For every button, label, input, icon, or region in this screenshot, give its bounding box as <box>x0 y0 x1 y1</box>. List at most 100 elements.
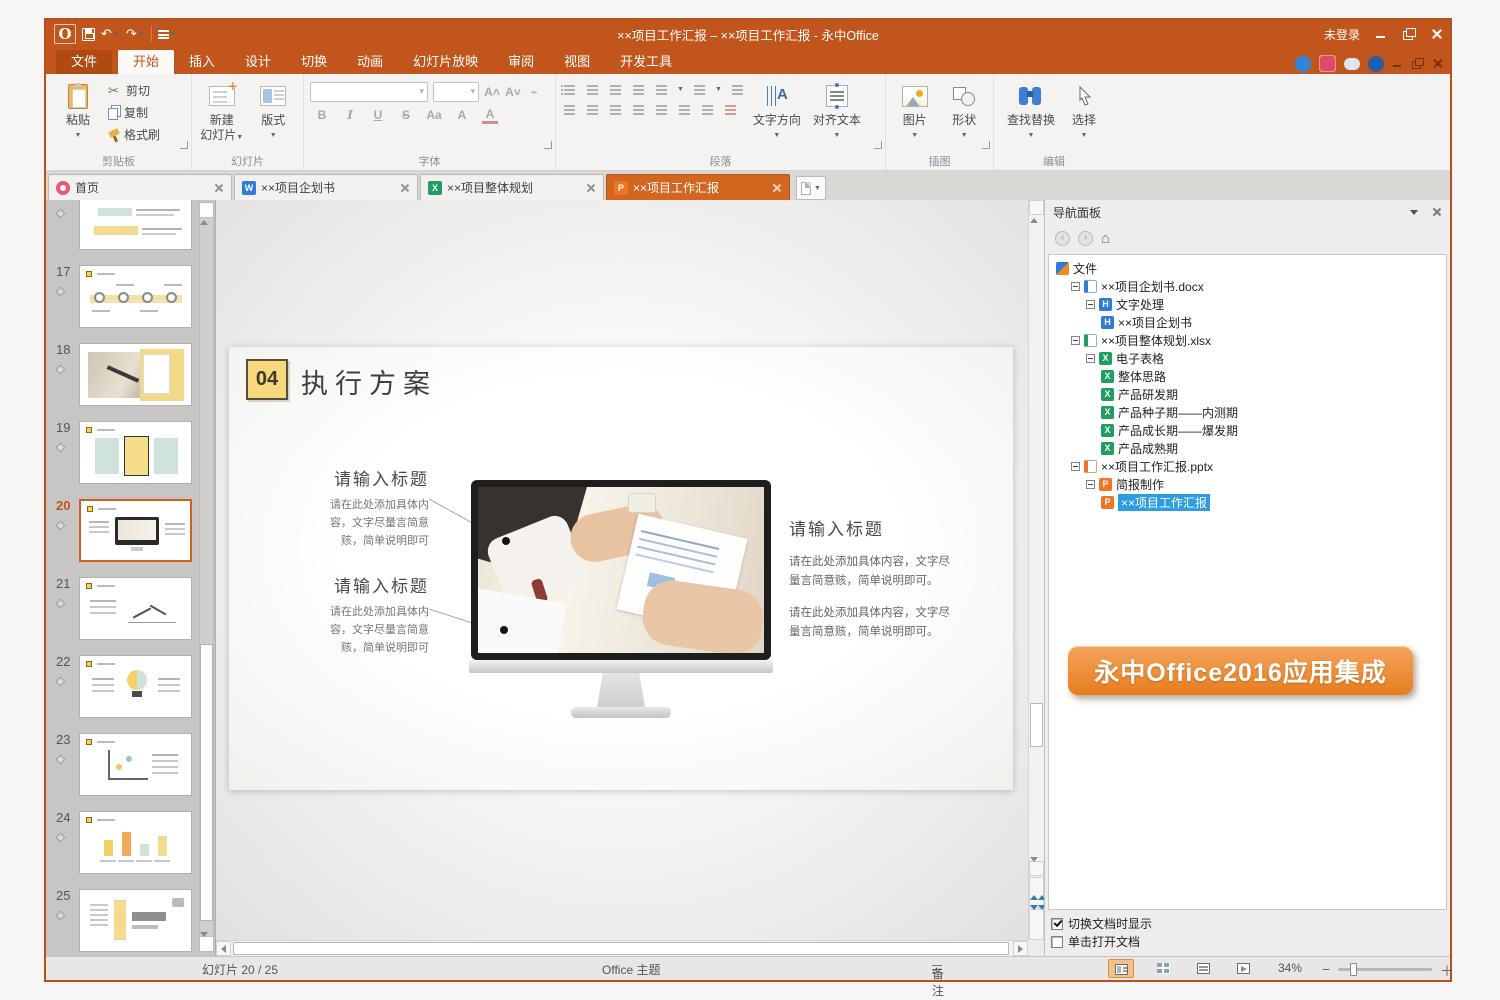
tree-item-10[interactable]: X产品成长期——爆发期 <box>1052 421 1443 439</box>
tree-item-5[interactable]: ××项目整体规划.xlsx <box>1052 331 1443 349</box>
scroll-down-icon[interactable] <box>1029 861 1044 876</box>
new-slide-button[interactable]: 新建 幻灯片▼ <box>198 79 246 153</box>
nav-checkbox-1[interactable]: 切换文档时显示 <box>1051 915 1152 932</box>
thumbnail-preview[interactable] <box>79 421 192 484</box>
scroll-up-icon[interactable] <box>1029 200 1044 215</box>
tab-close-icon[interactable] <box>400 183 410 193</box>
tree-expander-icon[interactable] <box>1086 354 1095 363</box>
close-button[interactable] <box>1430 28 1444 40</box>
tree-expander-icon[interactable] <box>1071 462 1080 471</box>
animation-star-icon[interactable] <box>56 755 66 765</box>
thumbnail-preview[interactable] <box>79 265 192 328</box>
increase-indent-icon[interactable] <box>631 83 646 96</box>
font-name-select[interactable] <box>310 82 428 102</box>
numbering-icon[interactable] <box>585 83 600 96</box>
view-slideshow-button[interactable] <box>1230 959 1256 978</box>
tree-item-12[interactable]: ××项目工作汇报.pptx <box>1052 457 1443 475</box>
animation-star-icon[interactable] <box>56 287 66 297</box>
slide-20[interactable]: 04 执行方案 <box>229 347 1013 790</box>
customize-toolbar-button[interactable]: ▼ <box>158 30 177 39</box>
tree-item-6[interactable]: X电子表格 <box>1052 349 1443 367</box>
shapes-button[interactable]: 形状▼ <box>942 79 988 153</box>
ribbon-tab-10[interactable]: 开发工具 <box>605 50 687 74</box>
text-direction-button[interactable]: 文字方向▼ <box>749 79 805 153</box>
nav-forward-button[interactable]: › <box>1078 231 1093 246</box>
left-text-block-1[interactable]: 请输入标题请在此处添加具体内容，文字尽量言简意赅，简单说明即可 <box>277 465 429 550</box>
save-icon[interactable] <box>82 28 95 41</box>
yozo-store-icon[interactable] <box>1320 56 1335 71</box>
thumb-scroll-down-icon[interactable] <box>200 936 213 951</box>
thumbnail-preview[interactable] <box>79 577 192 640</box>
slide-thumbnail-25[interactable]: 25 <box>46 888 198 956</box>
copy-button[interactable]: 复制 <box>108 103 160 122</box>
checkbox-icon[interactable] <box>1051 918 1063 930</box>
clipboard-dialog-launcher[interactable] <box>180 141 188 149</box>
ribbon-tab-5[interactable]: 切换 <box>286 50 342 74</box>
thumbnail-preview[interactable] <box>79 733 192 796</box>
animation-star-icon[interactable] <box>56 365 66 375</box>
align-right-icon[interactable] <box>608 103 623 116</box>
picture-button[interactable]: 图片▼ <box>892 79 938 153</box>
slide-thumbnail-16[interactable]: 16 <box>46 200 198 264</box>
bullets-icon[interactable] <box>562 83 577 96</box>
vertical-scrollbar[interactable] <box>1028 200 1044 940</box>
checkbox-icon[interactable] <box>1051 936 1063 948</box>
login-status[interactable]: 未登录 <box>1324 26 1360 43</box>
view-normal-button[interactable] <box>1108 959 1134 978</box>
monitor-graphic[interactable] <box>471 480 771 660</box>
view-sorter-button[interactable] <box>1150 959 1176 978</box>
view-reading-button[interactable] <box>1190 959 1216 978</box>
change-case-icon[interactable]: Aa <box>426 107 442 124</box>
layout-button[interactable]: 版式▼ <box>250 79 298 153</box>
ribbon-tab-6[interactable]: 动画 <box>342 50 398 74</box>
find-replace-button[interactable]: 查找替换▼ <box>1003 79 1059 153</box>
font-dialog-launcher[interactable] <box>544 141 552 149</box>
zoom-slider-thumb[interactable] <box>1350 963 1357 976</box>
slide-thumbnail-19[interactable]: 19 <box>46 420 198 498</box>
document-tab-4[interactable]: P××项目工作汇报 <box>606 174 790 200</box>
char-spacing-icon[interactable] <box>692 83 707 96</box>
thumbnail-preview[interactable] <box>79 343 192 406</box>
slide-thumbnail-23[interactable]: 23 <box>46 732 198 810</box>
ribbon-tab-2[interactable]: 开始 <box>118 50 174 74</box>
format-painter-button[interactable]: 格式刷 <box>108 125 160 144</box>
tab-close-icon[interactable] <box>586 183 596 193</box>
ribbon-tab-3[interactable]: 插入 <box>174 50 230 74</box>
tree-expander-icon[interactable] <box>1071 282 1080 291</box>
thumbnail-preview[interactable] <box>79 889 192 952</box>
font-size-select[interactable] <box>433 82 479 102</box>
nav-panel-menu-icon[interactable] <box>1410 210 1418 215</box>
cut-button[interactable]: ✂剪切 <box>108 81 160 100</box>
font-color-icon[interactable]: A <box>482 107 498 124</box>
right-text-block[interactable]: 请输入标题请在此处添加具体内容，文字尽量言简意赅，简单说明即可。请在此处添加具体… <box>789 515 1014 642</box>
tree-item-8[interactable]: X产品研发期 <box>1052 385 1443 403</box>
scroll-right-icon[interactable] <box>1013 941 1028 956</box>
strikethrough-icon[interactable]: S <box>398 107 414 124</box>
tree-item-2[interactable]: ××项目企划书.docx <box>1052 277 1443 295</box>
tree-item-4[interactable]: H××项目企划书 <box>1052 313 1443 331</box>
nav-home-icon[interactable]: ⌂ <box>1101 231 1110 246</box>
slide-thumbnail-24[interactable]: 24 <box>46 810 198 888</box>
animation-star-icon[interactable] <box>56 599 66 609</box>
animation-star-icon[interactable] <box>56 833 66 843</box>
hscroll-thumb[interactable] <box>233 942 1009 955</box>
doc-close-button[interactable] <box>1432 58 1444 69</box>
tree-item-14[interactable]: P××项目工作汇报 <box>1052 493 1443 511</box>
slide-title[interactable]: 执行方案 <box>301 362 437 401</box>
new-document-button[interactable]: ▼ <box>796 176 826 200</box>
tree-item-3[interactable]: H文字处理 <box>1052 295 1443 313</box>
paragraph-dialog-launcher[interactable] <box>874 141 882 149</box>
paste-button[interactable]: 粘贴▼ <box>52 79 104 153</box>
doc-minimize-button[interactable] <box>1392 58 1404 69</box>
nav-back-button[interactable]: ‹ <box>1055 231 1070 246</box>
thumbnail-preview[interactable] <box>79 655 192 718</box>
redo-button[interactable]: ↷▼ <box>126 26 145 42</box>
underline-icon[interactable]: U <box>370 107 386 124</box>
bold-icon[interactable]: B <box>314 107 330 124</box>
tab-close-icon[interactable] <box>214 183 224 193</box>
tree-expander-icon[interactable] <box>1086 300 1095 309</box>
ribbon-tab-1[interactable]: 文件 <box>56 50 112 74</box>
slide-thumbnail-18[interactable]: 18 <box>46 342 198 420</box>
line-spacing-icon[interactable] <box>654 83 669 96</box>
thumbnail-preview[interactable] <box>79 499 192 562</box>
